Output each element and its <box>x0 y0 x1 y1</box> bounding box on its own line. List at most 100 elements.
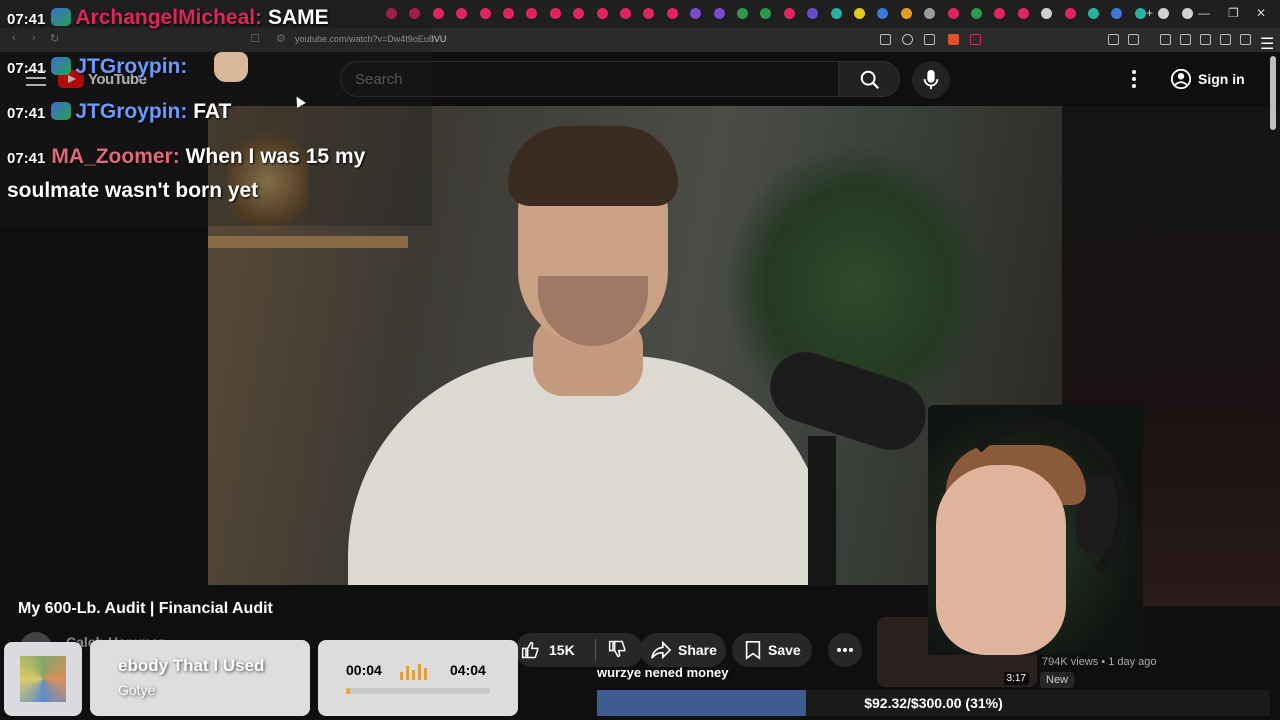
total-time: 04:04 <box>450 662 486 678</box>
tab-favicon-icon[interactable] <box>1088 8 1099 19</box>
tab-favicon-icon[interactable] <box>947 8 959 19</box>
song-title: ebody That I Used <box>118 656 265 675</box>
tab-favicon-icon[interactable] <box>620 8 631 19</box>
voice-search-button[interactable] <box>912 61 950 99</box>
tab-favicon-icon[interactable] <box>479 8 491 19</box>
scrollbar-thumb[interactable] <box>1270 56 1276 130</box>
maximize-icon[interactable]: ❐ <box>1228 6 1239 20</box>
share-button[interactable]: Share <box>640 633 726 667</box>
cast-icon[interactable] <box>880 34 891 45</box>
tab-favicon-icon[interactable] <box>1111 8 1123 19</box>
minimize-icon[interactable]: — <box>1198 6 1210 20</box>
tab-favicon-icon[interactable] <box>760 8 772 19</box>
close-icon[interactable]: ✕ <box>1256 6 1266 20</box>
chat-message: 07:41 MA_Zoomer: When I was 15 my <box>7 145 366 168</box>
chat-text: SAME <box>267 6 329 29</box>
new-badge: New <box>1040 672 1075 688</box>
tab-favicon-icon[interactable] <box>1017 8 1029 19</box>
tab-favicon-icon[interactable] <box>432 8 444 19</box>
tab-favicon-icon[interactable] <box>807 8 819 19</box>
rewards-icon[interactable] <box>970 34 981 45</box>
tab-favicon-icon[interactable] <box>573 8 585 19</box>
sign-in-button[interactable]: Sign in <box>1160 63 1252 95</box>
tab-favicon-icon[interactable] <box>877 8 889 19</box>
tab-favicon-icon[interactable] <box>900 8 912 19</box>
chat-timestamp: 07:41 <box>7 150 46 167</box>
chat-text: soulmate wasn't born yet <box>7 179 259 202</box>
like-button[interactable]: 15K <box>515 640 595 660</box>
account-icon <box>1170 68 1192 90</box>
related-video-meta: 794K views • 1 day ago <box>1042 656 1157 668</box>
tab-favicon-icon[interactable] <box>549 8 561 19</box>
like-count: 15K <box>549 642 575 658</box>
share-page-icon[interactable] <box>924 34 935 45</box>
tab-favicon-icon[interactable] <box>1181 8 1193 19</box>
tab-favicon-icon[interactable] <box>971 8 982 19</box>
tab-favicon-icon[interactable] <box>456 8 468 19</box>
tab-favicon-icon[interactable] <box>1158 8 1170 19</box>
extension-icon[interactable] <box>1200 34 1211 45</box>
save-playlist-icon <box>745 641 761 660</box>
tab-favicon-icon[interactable] <box>690 8 702 19</box>
more-horizontal-icon <box>837 648 853 652</box>
tab-favicon-icon[interactable] <box>737 8 748 19</box>
tab-favicon-icon[interactable] <box>1064 8 1076 19</box>
save-button[interactable]: Save <box>732 633 812 667</box>
chat-username: JTGroypin <box>75 55 181 78</box>
chat-badge-icon <box>51 8 72 26</box>
thumbs-up-icon <box>521 641 539 659</box>
chat-timestamp: 07:41 <box>7 60 46 77</box>
dislike-button[interactable] <box>596 639 628 662</box>
microphone-icon <box>923 69 939 90</box>
tab-favicon-icon[interactable] <box>854 8 865 19</box>
chat-timestamp: 07:41 <box>7 11 46 28</box>
extension-icon[interactable] <box>1128 34 1139 45</box>
tab-favicon-icon[interactable] <box>994 8 1006 19</box>
related-video-duration: 3:17 <box>1003 672 1029 685</box>
sign-in-label: Sign in <box>1198 71 1245 87</box>
chat-text: When I was 15 my <box>185 145 366 168</box>
more-actions-button[interactable] <box>828 633 862 667</box>
like-dislike-group: 15K <box>515 633 643 667</box>
album-art <box>4 642 82 716</box>
cat-emote-icon <box>214 52 248 82</box>
chat-badge-icon <box>51 102 72 120</box>
save-label: Save <box>768 642 801 658</box>
chat-text: FAT <box>193 100 232 123</box>
tab-favicon-icon[interactable] <box>666 8 678 19</box>
thumbs-down-icon <box>608 640 626 657</box>
tab-favicon-icon[interactable] <box>526 8 538 19</box>
search-button[interactable] <box>838 61 900 97</box>
chat-username: ArchangelMicheal <box>75 6 256 29</box>
current-time: 00:04 <box>346 662 382 678</box>
extension-icon[interactable] <box>1108 34 1119 45</box>
menu-icon[interactable]: ☰ <box>1260 34 1274 53</box>
sidebar-icon[interactable] <box>1180 34 1191 45</box>
chat-username: JTGroypin <box>75 100 181 123</box>
tab-favicon-icon[interactable] <box>503 8 514 19</box>
tab-favicon-icon[interactable] <box>713 8 725 19</box>
search-icon <box>860 70 880 90</box>
goal-label: wurzye nened money <box>597 665 729 680</box>
equalizer-icon <box>400 664 427 680</box>
tab-favicon-icon[interactable] <box>596 8 608 19</box>
tab-favicon-icon[interactable] <box>783 8 795 19</box>
screen: — ❐ ✕ + ‹ › ↻ ☐ ⚙ youtube.com/watch?v=Dw… <box>0 0 1280 720</box>
song-progress-bar <box>346 688 490 694</box>
video-title: My 600-Lb. Audit | Financial Audit <box>18 600 273 617</box>
tab-favicon-icon[interactable] <box>924 8 936 19</box>
chat-timestamp: 07:41 <box>7 105 46 122</box>
tab-favicon-icon[interactable] <box>1041 8 1053 19</box>
settings-kebab-icon[interactable] <box>1126 68 1142 90</box>
zoom-icon[interactable] <box>902 34 913 45</box>
tab-favicon-icon[interactable] <box>1134 8 1146 19</box>
new-tab-icon[interactable]: + <box>1146 6 1153 20</box>
tab-favicon-icon[interactable] <box>643 8 655 19</box>
extension-icon[interactable] <box>1220 34 1231 45</box>
tab-favicon-icon[interactable] <box>830 8 842 19</box>
brave-shield-icon[interactable] <box>948 34 959 45</box>
donation-goal-text: $92.32/$300.00 (31%) <box>864 695 1003 711</box>
song-progress-fill <box>346 688 351 694</box>
vpn-icon[interactable] <box>1240 34 1251 45</box>
media-icon[interactable] <box>1160 34 1171 45</box>
